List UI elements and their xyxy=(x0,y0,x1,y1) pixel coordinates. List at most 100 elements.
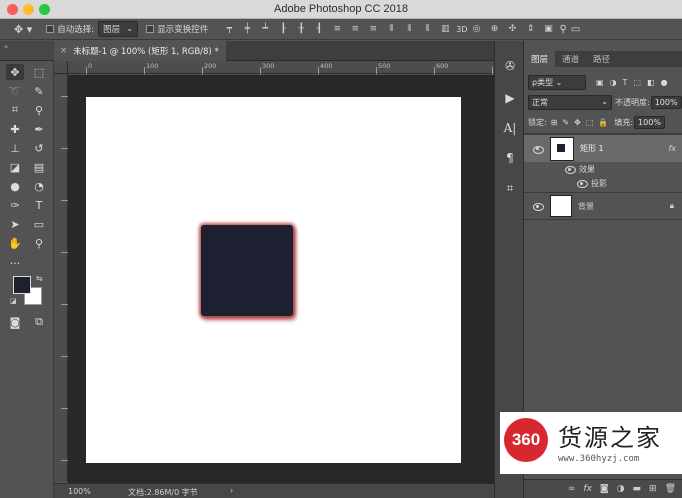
close-window-button[interactable] xyxy=(7,4,18,15)
quick-mask-icon[interactable]: ◙ xyxy=(6,314,24,330)
fx-icon[interactable]: fx xyxy=(668,144,676,153)
distribute-hcenter-icon[interactable]: ⫴ xyxy=(404,24,414,34)
minimize-window-button[interactable] xyxy=(23,4,34,15)
align-hcenter-icon[interactable]: ╂ xyxy=(296,24,306,34)
tab-paths[interactable]: 路径 xyxy=(586,51,617,67)
search-icon[interactable]: ⚲ xyxy=(560,24,567,35)
drag-3d-icon[interactable]: ✣ xyxy=(508,24,518,34)
fx-footer-icon[interactable]: fx xyxy=(583,484,592,494)
lock-pixels-icon[interactable]: ✎ xyxy=(562,118,569,127)
align-right-icon[interactable]: ┨ xyxy=(314,24,324,34)
close-tab-icon[interactable]: × xyxy=(60,46,67,56)
auto-select-checkbox[interactable]: 自动选择: xyxy=(46,23,94,35)
eye-icon[interactable] xyxy=(576,179,588,188)
blend-mode-dropdown[interactable]: 正常 ⌄ xyxy=(528,95,612,110)
align-top-icon[interactable]: ┯ xyxy=(224,24,234,34)
layer-thumbnail[interactable] xyxy=(550,136,574,161)
clone-stamp-tool-icon[interactable]: ⊥ xyxy=(6,140,24,156)
align-bottom-icon[interactable]: ┷ xyxy=(260,24,270,34)
filter-type-dropdown[interactable]: ρ类型 ⌄ xyxy=(528,75,586,90)
eye-icon[interactable] xyxy=(564,165,576,174)
lock-position-icon[interactable]: ✥ xyxy=(574,118,581,127)
eye-icon[interactable] xyxy=(532,202,544,211)
eye-icon[interactable] xyxy=(532,145,544,154)
swap-colors-icon[interactable]: ⇆ xyxy=(36,274,43,283)
layer-thumbnail[interactable] xyxy=(550,195,572,217)
maximize-window-button[interactable] xyxy=(39,4,50,15)
rectangle-shape[interactable] xyxy=(201,225,293,316)
lasso-tool-icon[interactable]: ➰ xyxy=(6,83,24,99)
orbit-3d-icon[interactable]: ◎ xyxy=(472,24,482,34)
opacity-input[interactable]: 100% xyxy=(650,96,682,109)
lock-artboard-icon[interactable]: ⬚ xyxy=(586,118,594,127)
layer-row-background[interactable]: 背景 🔒︎ xyxy=(524,192,682,220)
path-select-tool-icon[interactable]: ➤ xyxy=(6,216,24,232)
checkbox-box[interactable] xyxy=(146,25,155,33)
move-tool-preset[interactable]: ✥ ▾ xyxy=(14,23,32,36)
crop-tool-icon[interactable]: ⌗ xyxy=(6,102,24,118)
folder-icon[interactable]: ▬ xyxy=(633,484,642,494)
mask-icon[interactable]: ◙ xyxy=(600,484,609,494)
slide-3d-icon[interactable]: ⇕ xyxy=(526,24,536,34)
new-layer-icon[interactable]: ⊞ xyxy=(649,484,657,494)
gradient-tool-icon[interactable]: ▤ xyxy=(30,159,48,175)
filter-type-icon[interactable]: T xyxy=(623,78,628,87)
align-left-icon[interactable]: ┠ xyxy=(278,24,288,34)
filter-shape-icon[interactable]: ⬚ xyxy=(633,78,641,87)
filter-smart-icon[interactable]: ◧ xyxy=(647,78,655,87)
character-icon[interactable]: A| xyxy=(501,119,519,137)
distribute-right-icon[interactable]: ⫴ xyxy=(422,24,432,34)
more-tools-icon[interactable]: ··· xyxy=(6,255,24,271)
default-colors-icon[interactable]: ◪ xyxy=(10,297,17,305)
pen-tool-icon[interactable]: ✑ xyxy=(6,197,24,213)
distribute-bottom-icon[interactable]: ≡ xyxy=(368,24,378,34)
effects-row[interactable]: 效果 xyxy=(524,162,682,176)
auto-select-dropdown[interactable]: 图层 ⌄ xyxy=(98,21,139,37)
plugin-icon[interactable]: ✇ xyxy=(501,57,519,75)
healing-brush-tool-icon[interactable]: ✚ xyxy=(6,121,24,137)
hand-tool-icon[interactable]: ✋ xyxy=(6,235,24,251)
link-icon[interactable]: ∞ xyxy=(568,484,576,494)
play-actions-icon[interactable]: ▶ xyxy=(501,89,519,107)
lock-all-icon[interactable]: 🔒 xyxy=(598,118,608,127)
scale-3d-icon[interactable]: ▣ xyxy=(544,24,554,34)
foreground-color-swatch[interactable] xyxy=(13,276,31,294)
status-arrow-icon[interactable]: › xyxy=(230,486,233,495)
marquee-tool-icon[interactable]: ⬚ xyxy=(30,64,48,80)
filter-toggle-icon[interactable]: ● xyxy=(661,78,668,87)
align-vcenter-icon[interactable]: ╪ xyxy=(242,24,252,34)
layer-row-rect[interactable]: 矩形 1 fx xyxy=(524,134,682,162)
document-info[interactable]: 文档:2.86M/0 字节 xyxy=(128,487,198,498)
paragraph-icon[interactable]: ¶ xyxy=(501,149,519,167)
distribute-top-icon[interactable]: ≡ xyxy=(332,24,342,34)
show-transform-checkbox[interactable]: 显示变换控件 xyxy=(146,23,208,35)
checkbox-box[interactable] xyxy=(46,25,55,33)
eraser-tool-icon[interactable]: ◪ xyxy=(6,159,24,175)
distribute-left-icon[interactable]: ⫴ xyxy=(386,24,396,34)
layer-name[interactable]: 矩形 1 xyxy=(580,143,604,154)
trash-icon[interactable]: 🗑︎ xyxy=(665,484,676,494)
tools-panel-header[interactable]: » xyxy=(0,41,54,61)
move-tool-icon[interactable]: ✥ xyxy=(6,64,24,80)
adjustment-icon[interactable]: ◑ xyxy=(617,484,625,494)
tab-layers[interactable]: 图层 xyxy=(524,51,556,67)
quick-select-tool-icon[interactable]: ✎ xyxy=(30,83,48,99)
type-tool-icon[interactable]: T xyxy=(30,197,48,213)
crop-properties-icon[interactable]: ⌗ xyxy=(501,179,519,197)
workspace-icon[interactable]: ▭ xyxy=(571,24,580,35)
eyedropper-tool-icon[interactable]: ⚲ xyxy=(30,102,48,118)
distribute-vcenter-icon[interactable]: ≡ xyxy=(350,24,360,34)
auto-align-icon[interactable]: ▥ xyxy=(440,24,450,34)
filter-pixel-icon[interactable]: ▣ xyxy=(596,78,604,87)
layer-name[interactable]: 背景 xyxy=(578,201,594,212)
dodge-tool-icon[interactable]: ◔ xyxy=(30,178,48,194)
drop-shadow-row[interactable]: 投影 xyxy=(524,176,682,190)
zoom-level[interactable]: 100% xyxy=(68,487,91,496)
brush-tool-icon[interactable]: ✒ xyxy=(30,121,48,137)
filter-adjust-icon[interactable]: ◑ xyxy=(610,78,617,87)
fill-input[interactable]: 100% xyxy=(634,116,665,129)
screen-mode-icon[interactable]: ⧉ xyxy=(30,314,48,330)
roll-3d-icon[interactable]: ⊕ xyxy=(490,24,500,34)
blur-tool-icon[interactable]: ● xyxy=(6,178,24,194)
lock-transparent-icon[interactable]: ⊞ xyxy=(551,118,558,127)
